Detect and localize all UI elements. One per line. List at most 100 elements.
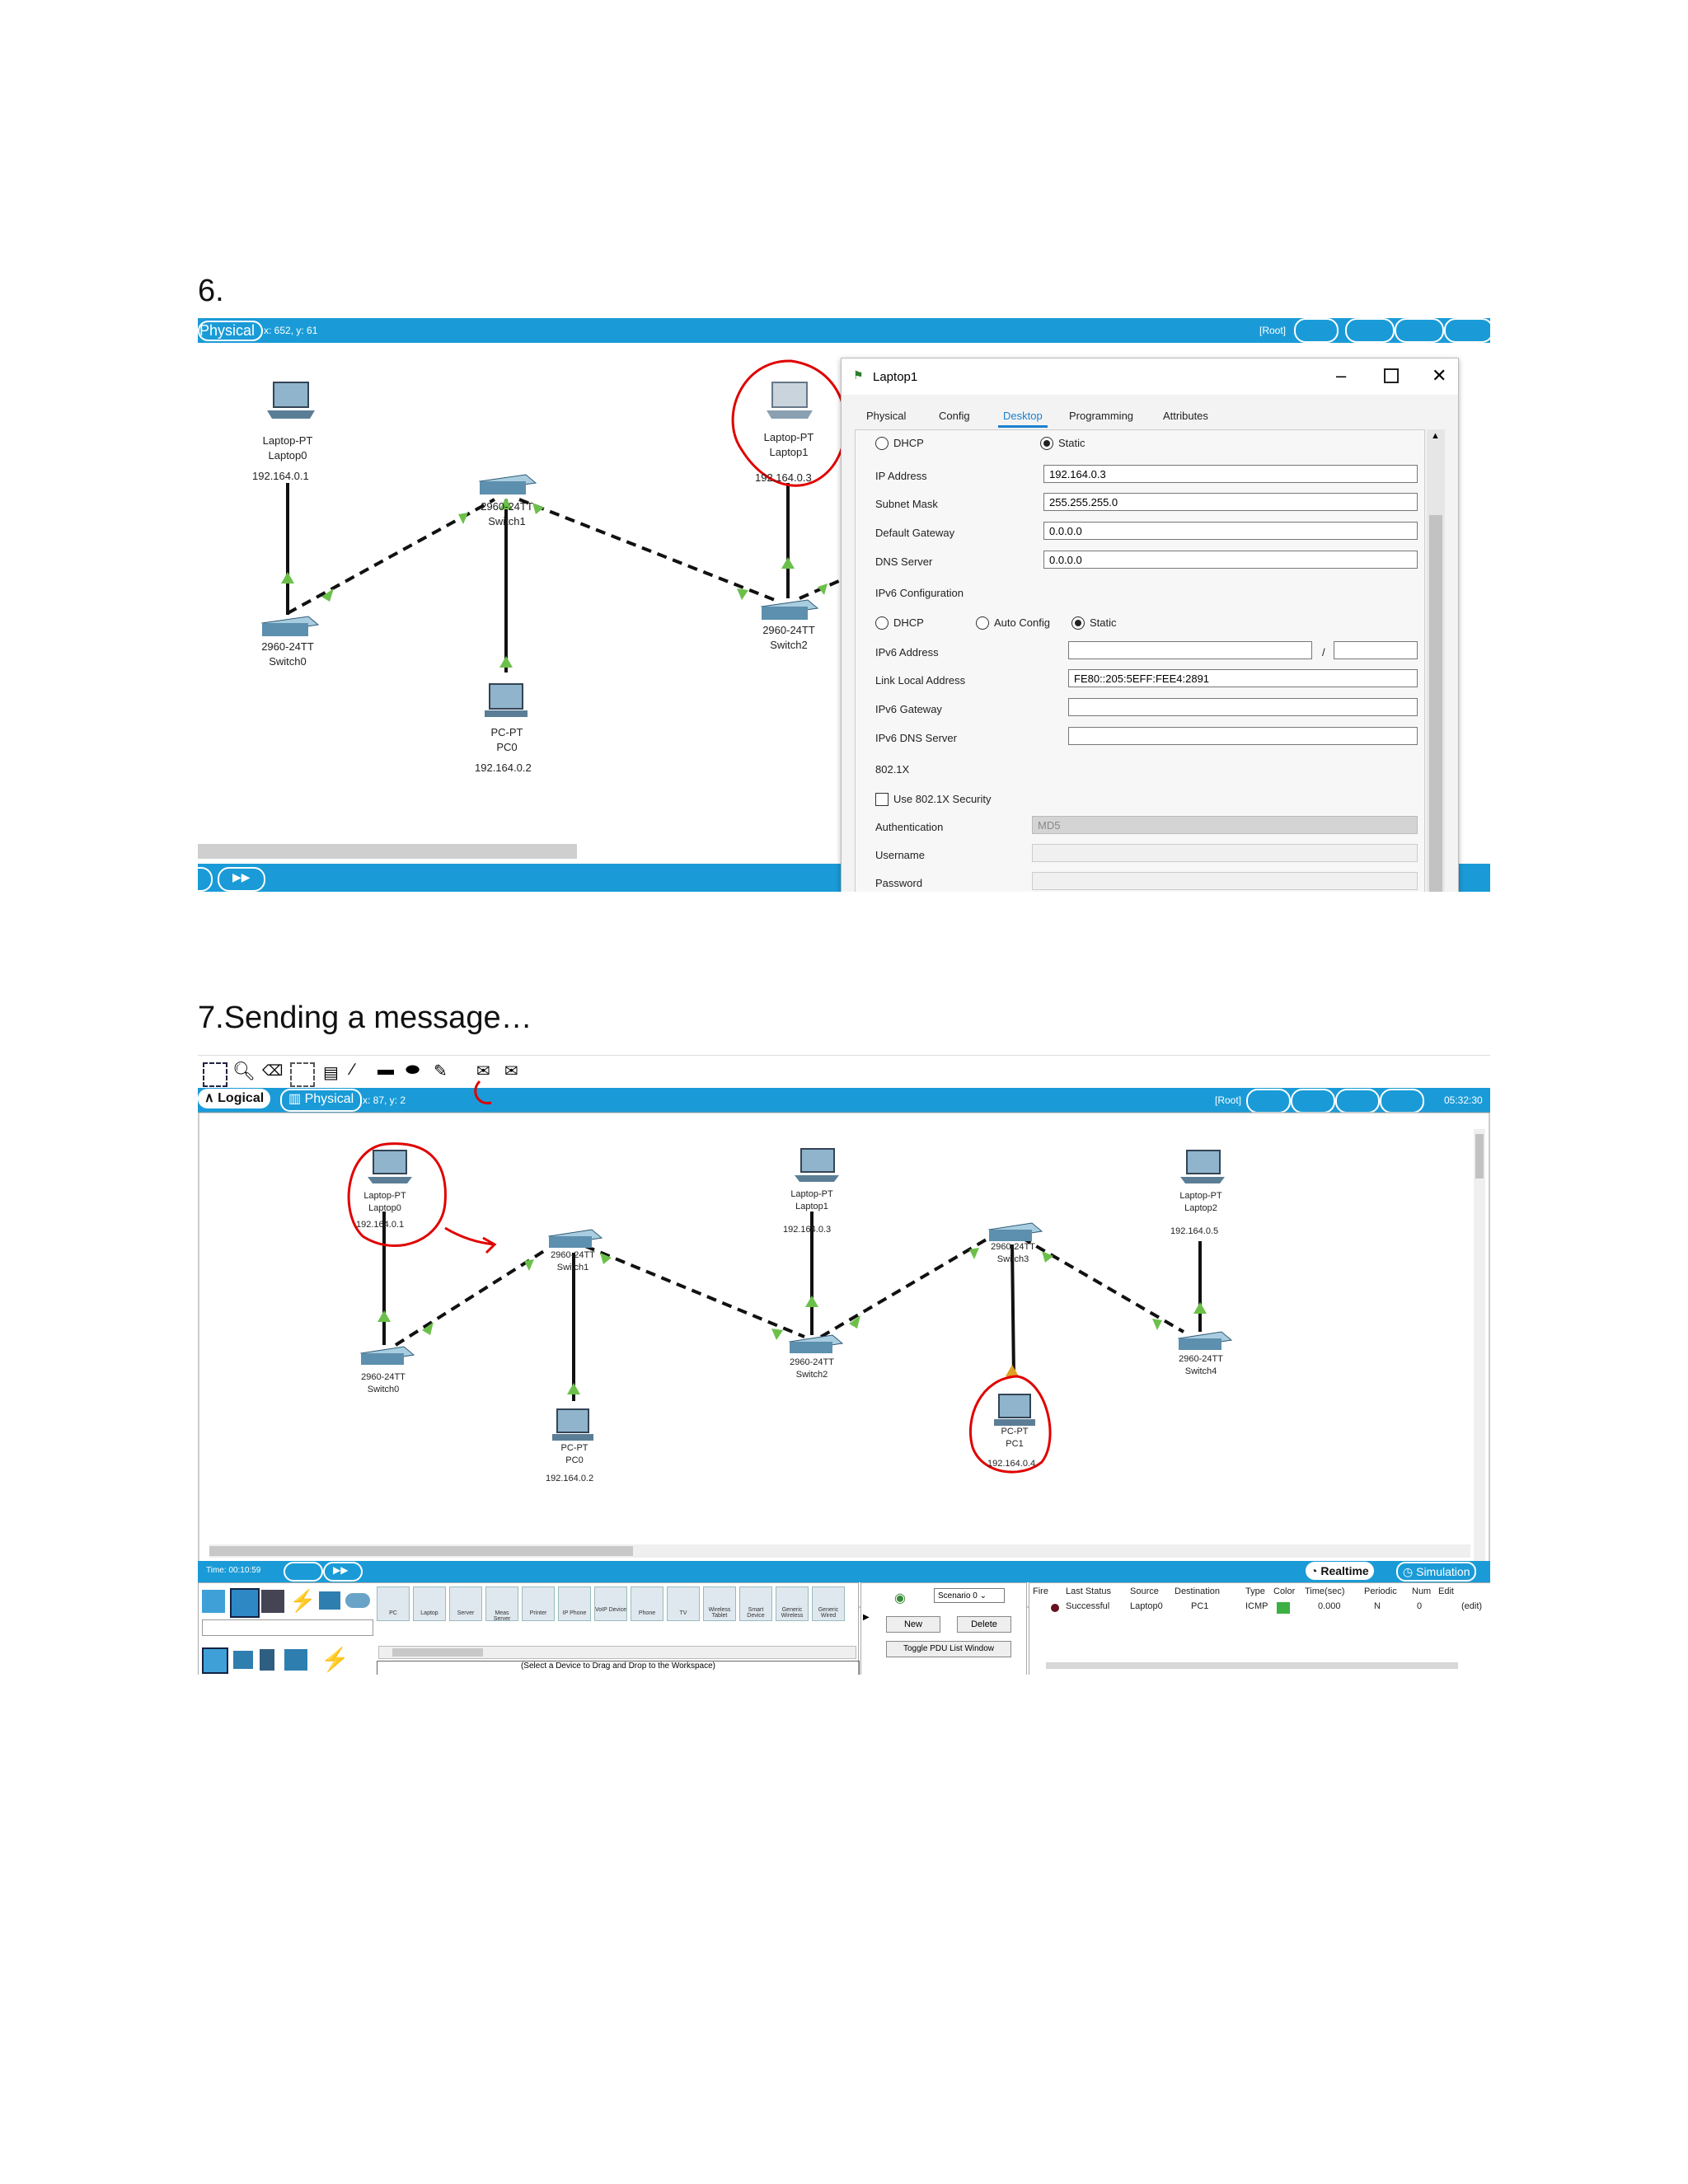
pdu-row[interactable]: Successful Laptop0 PC1 ICMP 0.000 N 0 (e… [1029, 1601, 1490, 1615]
subnet-mask-field[interactable]: 255.255.255.0 [1043, 493, 1418, 511]
step-7-heading: 7.Sending a message… [198, 1001, 532, 1035]
tab-desktop[interactable]: Desktop [998, 410, 1048, 428]
link-local-field[interactable]: FE80::205:5EFF:FEE4:2891 [1068, 669, 1418, 687]
play-button[interactable] [198, 867, 213, 892]
ipv6-gateway-field[interactable] [1068, 698, 1418, 716]
scroll-thumb[interactable] [1429, 515, 1442, 892]
device-tile-generic-wireless[interactable]: Generic Wireless [776, 1586, 809, 1621]
info-icon[interactable]: ◉ [894, 1590, 906, 1606]
laptop-icon[interactable] [795, 1148, 839, 1182]
device-tile-generic-wired[interactable]: Generic Wired [812, 1586, 845, 1621]
laptop-icon[interactable] [267, 382, 315, 419]
scroll-thumb[interactable] [209, 1546, 633, 1556]
pdu-edit-link[interactable]: (edit) [1461, 1601, 1482, 1611]
ipv6-address-field[interactable] [1068, 641, 1312, 659]
category-connections-icon[interactable]: ⚡ [289, 1588, 316, 1614]
simulation-button[interactable]: ◷ Simulation [1396, 1562, 1477, 1582]
device-tile-printer[interactable]: Printer [522, 1586, 555, 1621]
switch-icon[interactable] [1177, 1331, 1233, 1350]
pc-icon[interactable] [994, 1394, 1035, 1426]
category-network-icon[interactable] [202, 1590, 225, 1613]
device-label: 2960-24TT Switch2 [790, 1357, 834, 1380]
device-tile-tv[interactable]: TV [667, 1586, 700, 1621]
fire-indicator-icon[interactable] [1051, 1604, 1059, 1612]
device-tile-smart-device[interactable]: Smart Device [739, 1586, 772, 1621]
default-gateway-field[interactable]: 0.0.0.0 [1043, 522, 1418, 540]
subcategory-home-icon[interactable] [284, 1649, 307, 1671]
category-components-icon[interactable] [261, 1590, 284, 1613]
minimize-icon[interactable]: – [1336, 365, 1346, 387]
password-field[interactable] [1032, 872, 1418, 890]
category-end-devices-icon[interactable] [230, 1588, 260, 1618]
laptop-icon[interactable] [767, 382, 813, 419]
tab-config[interactable]: Config [939, 410, 970, 422]
realtime-button[interactable]: ◔ Realtime [1306, 1562, 1374, 1580]
chevron-up-icon[interactable]: ▲ [1431, 431, 1440, 441]
ipv6-dns-field[interactable] [1068, 727, 1418, 745]
pdu-source: Laptop0 [1130, 1601, 1163, 1611]
device-tile-pc[interactable]: PC [377, 1586, 410, 1621]
tab-programming[interactable]: Programming [1069, 410, 1133, 422]
dialog-scrollbar[interactable]: ▲ [1427, 429, 1445, 892]
scenario-select[interactable]: Scenario 0 ⌄ [934, 1588, 1005, 1603]
new-scenario-button[interactable]: New [886, 1616, 940, 1633]
pdu-scrollbar[interactable] [1046, 1662, 1458, 1669]
switch-icon[interactable] [760, 599, 819, 620]
scroll-thumb[interactable] [1475, 1134, 1484, 1179]
horizontal-scrollbar[interactable] [209, 1544, 1470, 1558]
category-multiuser-icon[interactable] [345, 1593, 370, 1608]
device-tile-server[interactable]: Server [449, 1586, 482, 1621]
subcategory-pc-icon[interactable] [202, 1647, 228, 1674]
toggle-pdu-button[interactable]: Toggle PDU List Window [886, 1641, 1011, 1657]
subcategory-server-icon[interactable] [260, 1649, 274, 1671]
device-tile-voip[interactable]: VoIP Device [594, 1586, 627, 1621]
expand-arrow-icon[interactable]: ▶ [863, 1613, 870, 1622]
tab-attributes[interactable]: Attributes [1163, 410, 1208, 422]
auto-config-radio[interactable] [976, 616, 989, 630]
switch-icon[interactable] [547, 1229, 603, 1248]
device-label: 2960-24TT Switch1 [481, 500, 533, 527]
ipv6-static-radio[interactable] [1071, 616, 1085, 630]
close-icon[interactable]: ✕ [1432, 365, 1447, 387]
device-scrollbar[interactable] [378, 1646, 856, 1659]
scroll-thumb[interactable] [392, 1648, 483, 1657]
subcategory-power-icon[interactable]: ⚡ [321, 1646, 349, 1673]
device-label: Laptop-PT Laptop0 [262, 434, 313, 462]
device-tile-meas-server[interactable]: Meas Server [485, 1586, 518, 1622]
subcategory-laptop-icon[interactable] [233, 1651, 253, 1669]
horizontal-scrollbar[interactable] [198, 844, 577, 859]
category-search-field[interactable] [202, 1619, 373, 1636]
device-tile-laptop[interactable]: Laptop [413, 1586, 446, 1621]
switch-icon[interactable] [987, 1222, 1043, 1241]
delete-scenario-button[interactable]: Delete [957, 1616, 1011, 1633]
pdu-num: 0 [1417, 1601, 1423, 1611]
power-cycle-button[interactable] [284, 1562, 323, 1582]
ipv6-prefix-field[interactable] [1334, 641, 1418, 659]
device-label: 2960-24TT Switch0 [361, 1372, 406, 1394]
pc-icon[interactable] [552, 1408, 593, 1441]
vertical-scrollbar[interactable] [1474, 1129, 1485, 1591]
tab-physical[interactable]: Physical [866, 410, 906, 422]
dhcp-radio[interactable] [875, 437, 889, 450]
device-tile-wireless-tablet[interactable]: Wireless Tablet [703, 1586, 736, 1621]
dns-server-field[interactable]: 0.0.0.0 [1043, 551, 1418, 569]
static-radio[interactable] [1040, 437, 1053, 450]
device-tile-phone[interactable]: Phone [631, 1586, 663, 1621]
laptop-icon[interactable] [1180, 1150, 1225, 1183]
maximize-icon[interactable] [1384, 368, 1399, 383]
switch-icon[interactable] [260, 616, 320, 636]
category-misc-icon[interactable] [319, 1591, 340, 1610]
device-label: 2960-24TT Switch2 [762, 624, 815, 651]
ip-address-field[interactable]: 192.164.0.3 [1043, 465, 1418, 483]
authentication-select[interactable]: MD5 [1032, 816, 1418, 834]
username-field[interactable] [1032, 844, 1418, 862]
switch-icon[interactable] [788, 1334, 844, 1353]
pc-icon[interactable] [485, 683, 528, 717]
ipv6-dhcp-radio[interactable] [875, 616, 889, 630]
switch-icon[interactable] [359, 1346, 415, 1365]
device-tile-ip-phone[interactable]: IP Phone [558, 1586, 591, 1621]
ipv6-dhcp-label: DHCP [893, 616, 924, 629]
laptop-icon[interactable] [368, 1150, 412, 1183]
switch-icon[interactable] [478, 474, 537, 494]
dot1x-checkbox[interactable] [875, 793, 889, 806]
